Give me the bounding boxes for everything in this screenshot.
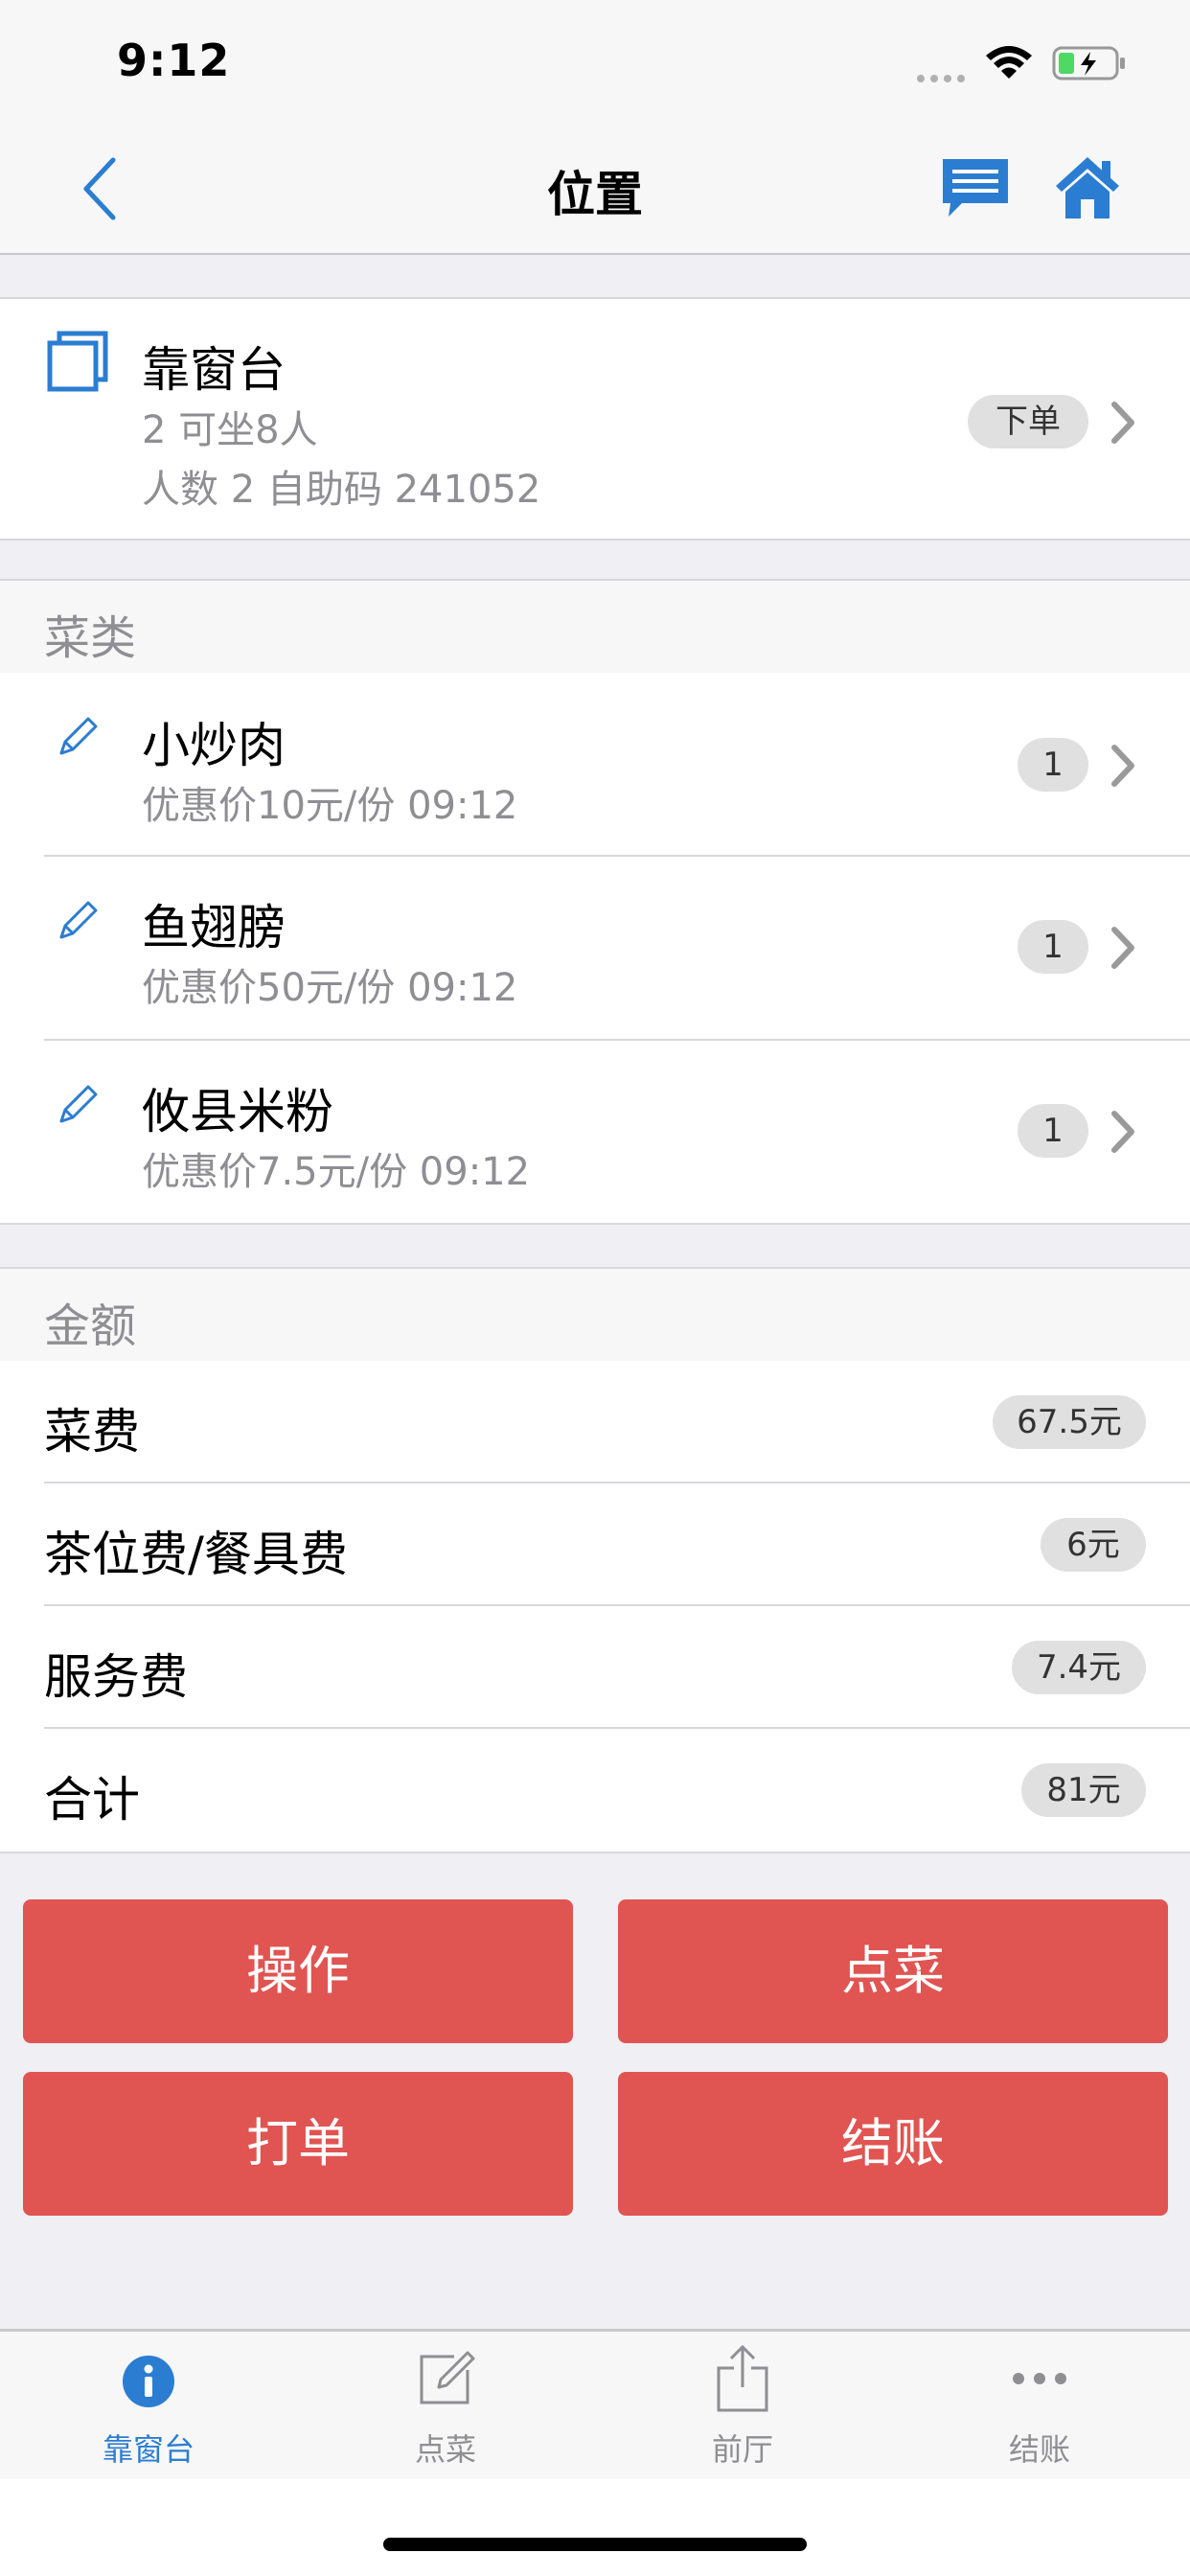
amount-value: 7.4元 <box>1012 1641 1146 1694</box>
amount-header-label: 金额 <box>44 1300 137 1353</box>
amount-label: 合计 <box>44 1772 140 1828</box>
compose-icon <box>420 2351 475 2404</box>
chevron-right-icon <box>1111 927 1134 969</box>
tab-label: 结账 <box>1008 2431 1070 2468</box>
tab-label: 点菜 <box>414 2431 476 2468</box>
chevron-right-icon <box>1111 1111 1134 1153</box>
amount-value: 6元 <box>1041 1518 1146 1572</box>
dish-qty-badge: 1 <box>1018 1104 1088 1158</box>
amount-label: 服务费 <box>44 1649 188 1705</box>
dish-name: 攸县米粉 <box>142 1084 333 1139</box>
dish-list: 小炒肉 优惠价10元/份 09:12 1 鱼翅膀 优惠价50元/份 09:12 … <box>0 673 1190 1225</box>
home-icon <box>1056 157 1119 218</box>
order-button[interactable]: 点菜 <box>618 1899 1168 2043</box>
edit-icon <box>59 1085 98 1123</box>
tab-label: 前厅 <box>711 2431 773 2468</box>
order-badge: 下单 <box>968 395 1088 448</box>
amount-label: 茶位费/餐具费 <box>44 1527 348 1582</box>
home-indicator-area <box>0 2478 1190 2576</box>
dish-detail: 优惠价7.5元/份 09:12 <box>142 1150 531 1194</box>
share-icon <box>717 2344 768 2412</box>
tab-bar: 靠窗台 点菜 前厅 结账 <box>0 2329 1190 2481</box>
operate-button[interactable]: 操作 <box>23 1899 573 2043</box>
amount-list: 菜费 67.5元 茶位费/餐具费 6元 服务费 7.4元 合计 81元 <box>0 1361 1190 1853</box>
dish-name: 鱼翅膀 <box>142 900 286 955</box>
amount-label: 菜费 <box>44 1404 140 1460</box>
navigation-bar: 9:12 位置 <box>0 0 1190 255</box>
info-icon <box>123 2356 174 2407</box>
dish-row[interactable]: 鱼翅膀 优惠价50元/份 09:12 1 <box>0 857 1190 1039</box>
battery-icon <box>1052 44 1127 86</box>
edit-icon <box>59 717 98 755</box>
chevron-right-icon <box>1111 745 1134 787</box>
amount-row: 服务费 7.4元 <box>0 1606 1190 1727</box>
dish-detail: 优惠价10元/份 09:12 <box>142 784 518 828</box>
amount-row: 菜费 67.5元 <box>0 1361 1190 1482</box>
print-button[interactable]: 打单 <box>23 2072 573 2216</box>
edit-icon <box>59 901 98 939</box>
dish-qty-badge: 1 <box>1018 920 1088 974</box>
more-icon <box>1013 2373 1066 2384</box>
dish-row[interactable]: 小炒肉 优惠价10元/份 09:12 1 <box>0 673 1190 855</box>
wifi-icon <box>985 44 1033 84</box>
dishes-section-header: 菜类 <box>0 579 1190 675</box>
table-info-cell[interactable]: 靠窗台 2 可坐8人 人数 2 自助码 241052 下单 <box>0 297 1190 540</box>
amount-section-header: 金额 <box>0 1267 1190 1363</box>
dish-row[interactable]: 攸县米粉 优惠价7.5元/份 09:12 1 <box>0 1041 1190 1223</box>
table-info: 人数 2 自助码 241052 <box>142 468 541 512</box>
tab-front[interactable]: 前厅 <box>594 2332 891 2481</box>
dish-name: 小炒肉 <box>142 718 286 773</box>
dish-qty-badge: 1 <box>1018 738 1088 792</box>
status-time: 9:12 <box>117 34 231 86</box>
amount-row: 合计 81元 <box>0 1729 1190 1850</box>
tab-order[interactable]: 点菜 <box>297 2332 594 2481</box>
tab-checkout[interactable]: 结账 <box>891 2332 1188 2481</box>
amount-value: 67.5元 <box>993 1395 1146 1449</box>
table-capacity: 2 可坐8人 <box>142 408 318 452</box>
home-indicator[interactable] <box>383 2538 807 2551</box>
table-icon <box>46 330 109 397</box>
tab-table[interactable]: 靠窗台 <box>0 2332 297 2481</box>
amount-row: 茶位费/餐具费 6元 <box>0 1484 1190 1604</box>
signal-icon <box>916 69 972 82</box>
message-button[interactable] <box>941 157 1010 220</box>
dish-detail: 优惠价50元/份 09:12 <box>142 966 518 1010</box>
page-title: 位置 <box>547 167 643 222</box>
amount-value: 81元 <box>1021 1763 1146 1817</box>
checkout-button[interactable]: 结账 <box>618 2072 1168 2216</box>
chevron-right-icon <box>1111 402 1134 444</box>
home-button[interactable] <box>1054 155 1121 220</box>
table-name: 靠窗台 <box>142 342 286 398</box>
tab-label: 靠窗台 <box>102 2431 195 2468</box>
message-icon <box>943 159 1008 217</box>
dishes-header-label: 菜类 <box>44 611 137 665</box>
